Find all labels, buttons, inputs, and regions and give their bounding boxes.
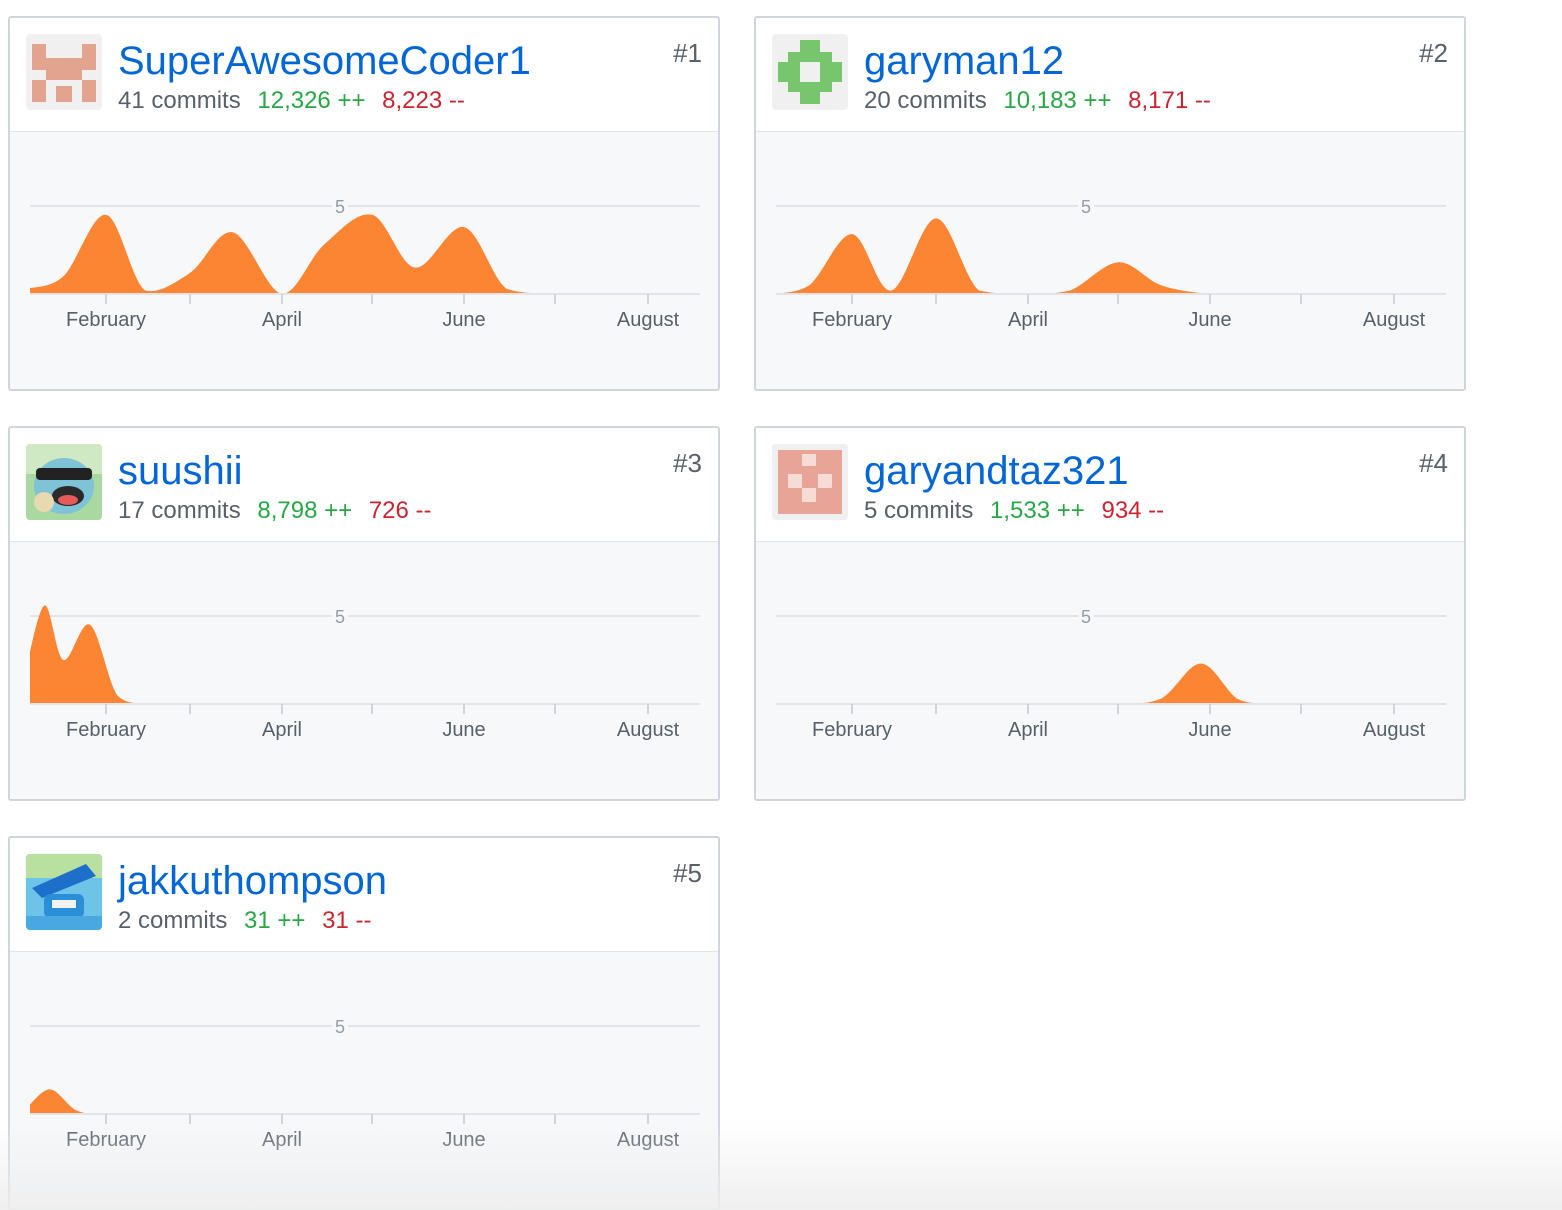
commit-activity-chart: 5 February April June August: [776, 606, 1446, 741]
x-axis-month-label: February: [66, 1129, 146, 1151]
x-axis-month-label: June: [1188, 309, 1231, 331]
x-axis-month-label: August: [1363, 719, 1426, 741]
x-axis-month-label: June: [442, 1129, 485, 1151]
commit-activity-chart: 5 February April June August: [30, 196, 700, 331]
commit-activity-chart: 5 February April June August: [30, 1016, 700, 1151]
commit-area-series: [30, 214, 668, 294]
x-axis-month-label: February: [812, 309, 892, 331]
contributor-card: SuperAwesomeCoder1 41 commits 12,326 ++ …: [8, 16, 720, 391]
commit-activity-chart: 5 February April June August: [30, 605, 700, 741]
commit-area-series: [776, 218, 1414, 294]
x-axis-month-label: August: [1363, 309, 1426, 331]
contributor-card: garyandtaz321 5 commits 1,533 ++ 934 -- …: [754, 426, 1466, 801]
x-axis-month-label: April: [262, 1129, 302, 1151]
x-axis-month-label: February: [66, 719, 146, 741]
x-axis-month-label: June: [442, 719, 485, 741]
x-axis-month-label: April: [262, 719, 302, 741]
x-axis-month-label: August: [617, 719, 680, 741]
x-axis-month-label: April: [1008, 719, 1048, 741]
contributors-grid: SuperAwesomeCoder1 41 commits 12,326 ++ …: [0, 0, 1562, 1210]
y-tick-label: 5: [335, 607, 345, 627]
contributor-card: jakkuthompson 2 commits 31 ++ 31 -- #5 5…: [8, 836, 720, 1210]
contributor-card: suushii 17 commits 8,798 ++ 726 -- #3 5F…: [8, 426, 720, 801]
x-axis-month-label: August: [617, 1129, 680, 1151]
commit-activity-chart: 5 February April June August: [776, 196, 1446, 331]
x-axis-month-label: June: [442, 309, 485, 331]
commit-area-series: [776, 663, 1414, 704]
y-tick-label: 5: [1081, 607, 1091, 627]
x-axis-month-label: February: [812, 719, 892, 741]
y-tick-label: 5: [1081, 197, 1091, 217]
commit-area-series: [30, 1089, 668, 1114]
x-axis-month-label: April: [1008, 309, 1048, 331]
y-tick-label: 5: [335, 1017, 345, 1037]
x-axis-month-label: August: [617, 309, 680, 331]
x-axis-month-label: June: [1188, 719, 1231, 741]
x-axis-month-label: April: [262, 309, 302, 331]
y-tick-label: 5: [335, 197, 345, 217]
x-axis-month-label: February: [66, 309, 146, 331]
contributor-card: garyman12 20 commits 10,183 ++ 8,171 -- …: [754, 16, 1466, 391]
